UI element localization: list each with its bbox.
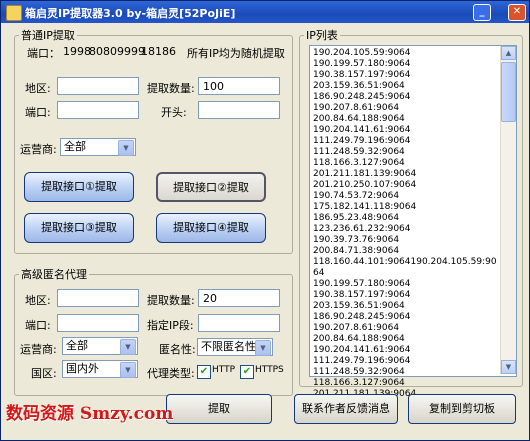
- adv-count-input[interactable]: 20: [198, 289, 280, 307]
- port-value: 18186: [141, 45, 176, 58]
- copy-to-clipboard-button[interactable]: 复制到剪切板: [408, 394, 516, 424]
- region-input[interactable]: [57, 77, 139, 95]
- country-select[interactable]: 国内外 ▼: [62, 360, 138, 378]
- adv-isp-label: 运营商:: [20, 343, 57, 356]
- chevron-down-icon: ▼: [120, 362, 136, 378]
- count-label: 提取数量:: [147, 82, 195, 95]
- advanced-proxy-legend: 高级匿名代理: [21, 268, 87, 281]
- count-input[interactable]: 100: [198, 77, 280, 95]
- random-note: 所有IP均为随机提取: [187, 47, 285, 60]
- extract-button[interactable]: 提取: [166, 394, 272, 424]
- ip-list-textbox[interactable]: 190.204.105.59:9064 190.199.57.180:9064 …: [309, 45, 517, 399]
- adv-port-input[interactable]: [57, 314, 139, 332]
- isp-select[interactable]: 全部 ▼: [60, 138, 136, 156]
- watermark: 数码资源 Smzy.com: [6, 404, 174, 424]
- port-value: 1998: [63, 45, 91, 58]
- ip-list-scrollbar[interactable]: ▲ ▼: [500, 46, 516, 374]
- scroll-down-icon[interactable]: ▼: [501, 360, 516, 374]
- country-select-value: 国内外: [66, 362, 99, 375]
- isp-label: 运营商:: [20, 143, 57, 156]
- chevron-down-icon: ▼: [118, 140, 134, 156]
- adv-region-label: 地区:: [25, 294, 51, 307]
- extract-api-3-button[interactable]: 提取接口③提取: [24, 213, 134, 243]
- ip-segment-input[interactable]: [198, 314, 280, 332]
- anonymity-select[interactable]: 不限匿名性 ▼: [197, 338, 273, 356]
- ip-list-legend: IP列表: [306, 29, 338, 42]
- minimize-button[interactable]: _: [473, 4, 491, 21]
- normal-extract-legend: 普通IP提取: [21, 29, 75, 42]
- prefix-label: 开头:: [161, 106, 187, 119]
- prefix-input[interactable]: [198, 101, 280, 119]
- scroll-thumb[interactable]: [501, 62, 516, 122]
- isp-select-value: 全部: [64, 140, 86, 153]
- adv-isp-select-value: 全部: [66, 339, 88, 352]
- port-input[interactable]: [57, 101, 139, 119]
- country-label: 国区:: [31, 367, 57, 380]
- extract-api-4-button[interactable]: 提取接口④提取: [156, 213, 266, 243]
- https-checkbox[interactable]: ✔: [240, 365, 254, 379]
- extract-api-2-button[interactable]: 提取接口②提取: [156, 172, 266, 202]
- http-checkbox[interactable]: ✔: [197, 365, 211, 379]
- port-value: 8080: [89, 45, 117, 58]
- contact-author-button[interactable]: 联系作者反馈消息: [294, 394, 398, 424]
- adv-isp-select[interactable]: 全部 ▼: [62, 337, 138, 355]
- app-icon: [6, 5, 22, 21]
- close-button[interactable]: ✕: [508, 4, 526, 21]
- title-bar: 箱启灵IP提取器3.0 by-箱启灵[52PoJiE] _ ✕: [1, 1, 529, 23]
- chevron-down-icon: ▼: [120, 339, 136, 355]
- https-label: HTTPS: [255, 365, 284, 375]
- adv-count-label: 提取数量:: [147, 294, 195, 307]
- ip-segment-label: 指定IP段:: [147, 319, 194, 332]
- anonymity-label: 匿名性:: [159, 343, 196, 356]
- region-label: 地区:: [25, 82, 51, 95]
- adv-port-label: 端口:: [25, 319, 51, 332]
- anonymity-select-value: 不限匿名性: [201, 340, 256, 353]
- ports-label: 端口：: [27, 47, 60, 60]
- port-label: 端口:: [25, 106, 51, 119]
- adv-region-input[interactable]: [57, 289, 139, 307]
- main-window: 箱启灵IP提取器3.0 by-箱启灵[52PoJiE] _ ✕ 普通IP提取 端…: [0, 0, 530, 441]
- proxy-type-label: 代理类型:: [147, 367, 195, 380]
- ip-list-text: 190.204.105.59:9064 190.199.57.180:9064 …: [313, 48, 497, 399]
- window-title: 箱启灵IP提取器3.0 by-箱启灵[52PoJiE]: [25, 7, 236, 20]
- http-label: HTTP: [212, 365, 236, 375]
- scroll-up-icon[interactable]: ▲: [501, 46, 516, 60]
- extract-api-1-button[interactable]: 提取接口①提取: [24, 172, 134, 202]
- chevron-down-icon: ▼: [255, 340, 271, 356]
